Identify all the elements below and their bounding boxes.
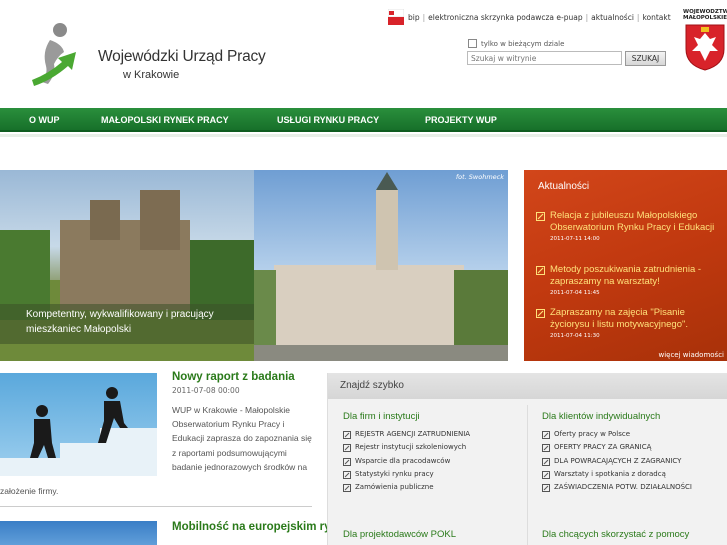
edit-arrow-icon — [542, 484, 550, 493]
town-hall-photo: fot. Swohmeck — [254, 170, 508, 361]
col-heading[interactable]: Dla firm i instytucji — [343, 411, 470, 422]
search-input[interactable] — [467, 51, 622, 65]
separator: | — [636, 13, 640, 22]
nav-projekty-wup[interactable]: PROJEKTY WUP — [425, 108, 497, 132]
nav-subbar — [0, 134, 727, 137]
quick-link-label: DLA POWRACAJĄCYCH Z ZAGRANICY — [554, 456, 682, 465]
news-link[interactable]: Metody poszukiwania zatrudnienia - zapra… — [550, 264, 724, 287]
banner[interactable]: Kompetentny, wykwalifikowany i pracujący… — [0, 170, 508, 361]
edit-arrow-icon — [542, 470, 550, 479]
quick-link[interactable]: Statystyki rynku pracy — [343, 468, 470, 481]
quick-link[interactable]: ZAŚWIADCZENIA POTW. DZIAŁALNOŚCI — [542, 481, 692, 494]
quick-link[interactable]: Wsparcie dla pracodawców — [343, 455, 470, 468]
more-news-link[interactable]: więcej wiadomości — [658, 351, 724, 359]
main-nav: O WUP MAŁOPOLSKI RYNEK PRACY USŁUGI RYNK… — [0, 108, 727, 132]
mobility-image[interactable] — [0, 521, 157, 545]
quick-link-label: Statystyki rynku pracy — [355, 469, 434, 478]
news-item[interactable]: Relacja z jubileuszu Małopolskiego Obser… — [536, 210, 724, 242]
news-date: 2011-07-04 11:30 — [550, 333, 600, 339]
page: Wojewódzki Urząd Pracy w Krakowie bip | … — [0, 0, 727, 545]
col-heading-pokl[interactable]: Dla projektodawców POKL — [343, 529, 456, 540]
quick-link-label: Rejestr instytucji szkoleniowych — [355, 443, 467, 452]
news-item[interactable]: Metody poszukiwania zatrudnienia - zapra… — [536, 264, 724, 296]
quick-link[interactable]: REJESTR AGENCJI ZATRUDNIENIA — [343, 428, 470, 441]
quick-link-label: Oferty pracy w Polsce — [554, 430, 631, 438]
divider — [0, 506, 312, 507]
malopolska-crest-icon[interactable] — [684, 23, 726, 71]
edit-arrow-icon — [542, 431, 550, 439]
nav-uslugi-rynku-pracy[interactable]: USŁUGI RYNKU PRACY — [277, 108, 379, 132]
edit-arrow-icon — [343, 470, 351, 479]
quick-link-label: Warsztaty i spotkania z doradcą — [554, 469, 666, 478]
news-link[interactable]: Zapraszamy na zajęcia "Pisanie życiorysu… — [550, 307, 724, 330]
quick-link-label: OFERTY PRACY ZA GRANICĄ — [554, 443, 652, 452]
edit-arrow-icon — [343, 444, 351, 453]
edit-arrow-icon — [343, 484, 351, 493]
edit-arrow-icon — [536, 266, 545, 275]
checkbox-label: tylko w bieżącym dziale — [481, 39, 565, 48]
quick-col-firms: Dla firm i instytucji REJESTR AGENCJI ZA… — [343, 411, 470, 494]
edit-arrow-icon — [542, 457, 550, 466]
quick-link[interactable]: Warsztaty i spotkania z doradcą — [542, 468, 692, 481]
town-hall-illustration — [254, 172, 508, 361]
quick-link[interactable]: Zamówienia publiczne — [343, 481, 470, 494]
quick-link[interactable]: OFERTY PRACY ZA GRANICĄ — [542, 441, 692, 454]
edit-arrow-icon — [343, 431, 351, 439]
link-epuap[interactable]: elektroniczna skrzynka podawcza e-puap — [428, 13, 582, 22]
current-section-checkbox[interactable] — [468, 39, 477, 48]
separator: | — [585, 13, 589, 22]
edit-arrow-icon — [343, 457, 351, 466]
quick-find-panel: Znajdź szybko Dla firm i instytucji REJE… — [327, 373, 727, 545]
edit-arrow-icon — [536, 309, 545, 318]
quick-link[interactable]: DLA POWRACAJĄCYCH Z ZAGRANICY — [542, 455, 692, 468]
bip-flag-icon — [388, 9, 404, 25]
report-text: WUP w Krakowie - Małopolskie Obserwatori… — [172, 405, 312, 472]
col-heading[interactable]: Dla klientów indywidualnych — [542, 411, 692, 422]
news-title: Aktualności — [538, 181, 590, 192]
edit-arrow-icon — [542, 444, 550, 453]
report-image[interactable] — [0, 373, 157, 476]
org-subtitle: w Krakowie — [123, 69, 180, 81]
edit-arrow-icon — [536, 212, 545, 221]
nav-malopolski-rynek-pracy[interactable]: MAŁOPOLSKI RYNEK PRACY — [101, 108, 229, 132]
news-date: 2011-07-11 14:00 — [550, 236, 600, 242]
quick-link-label: ZAŚWIADCZENIA POTW. DZIAŁALNOŚCI — [554, 483, 692, 492]
news-item[interactable]: Zapraszamy na zajęcia "Pisanie życiorysu… — [536, 307, 724, 339]
photo-credit: fot. Swohmeck — [455, 173, 504, 181]
quick-find-header: Znajdź szybko — [328, 373, 727, 399]
separator: | — [422, 13, 426, 22]
report-text-cont: założenie firmy. — [0, 486, 59, 496]
castle-photo: Kompetentny, wykwalifikowany i pracujący… — [0, 170, 254, 361]
quick-link-label: Zamówienia publiczne — [355, 483, 434, 492]
top-links: bip | elektroniczna skrzynka podawcza e-… — [408, 13, 671, 22]
quick-link-label: Wsparcie dla pracodawców — [355, 456, 451, 465]
report-title[interactable]: Nowy raport z badania — [172, 371, 295, 383]
quick-link[interactable]: Rejestr instytucji szkoleniowych — [343, 441, 470, 454]
banner-caption: Kompetentny, wykwalifikowany i pracujący… — [0, 304, 254, 344]
news-date: 2011-07-04 11:45 — [550, 290, 600, 296]
column-divider — [527, 405, 528, 545]
link-bip[interactable]: bip — [408, 13, 420, 22]
quick-find-title: Znajdź szybko — [340, 380, 404, 391]
news-box: Aktualności Relacja z jubileuszu Małopol… — [524, 170, 727, 361]
link-kontakt[interactable]: kontakt — [642, 13, 670, 22]
wup-logo-icon[interactable] — [28, 22, 84, 90]
quick-link[interactable]: Oferty pracy w Polsce — [542, 428, 692, 441]
news-link[interactable]: Relacja z jubileuszu Małopolskiego Obser… — [550, 210, 724, 233]
nav-o-wup[interactable]: O WUP — [29, 108, 60, 132]
businessmen-illustration — [0, 387, 157, 476]
col-heading-help[interactable]: Dla chcących skorzystać z pomocy — [542, 529, 689, 540]
org-title[interactable]: Wojewódzki Urząd Pracy — [98, 48, 266, 66]
report-date: 2011-07-08 00:00 — [172, 386, 240, 395]
crest-label: WOJEWÓDZTWO MAŁOPOLSKIE — [683, 9, 727, 21]
current-section-checkbox-row[interactable]: tylko w bieżącym dziale — [468, 39, 564, 48]
quick-col-individuals: Dla klientów indywidualnych Oferty pracy… — [542, 411, 692, 494]
search-button[interactable]: SZUKAJ — [625, 51, 666, 66]
link-aktualnosci[interactable]: aktualności — [591, 13, 634, 22]
quick-link-label: REJESTR AGENCJI ZATRUDNIENIA — [355, 430, 471, 438]
